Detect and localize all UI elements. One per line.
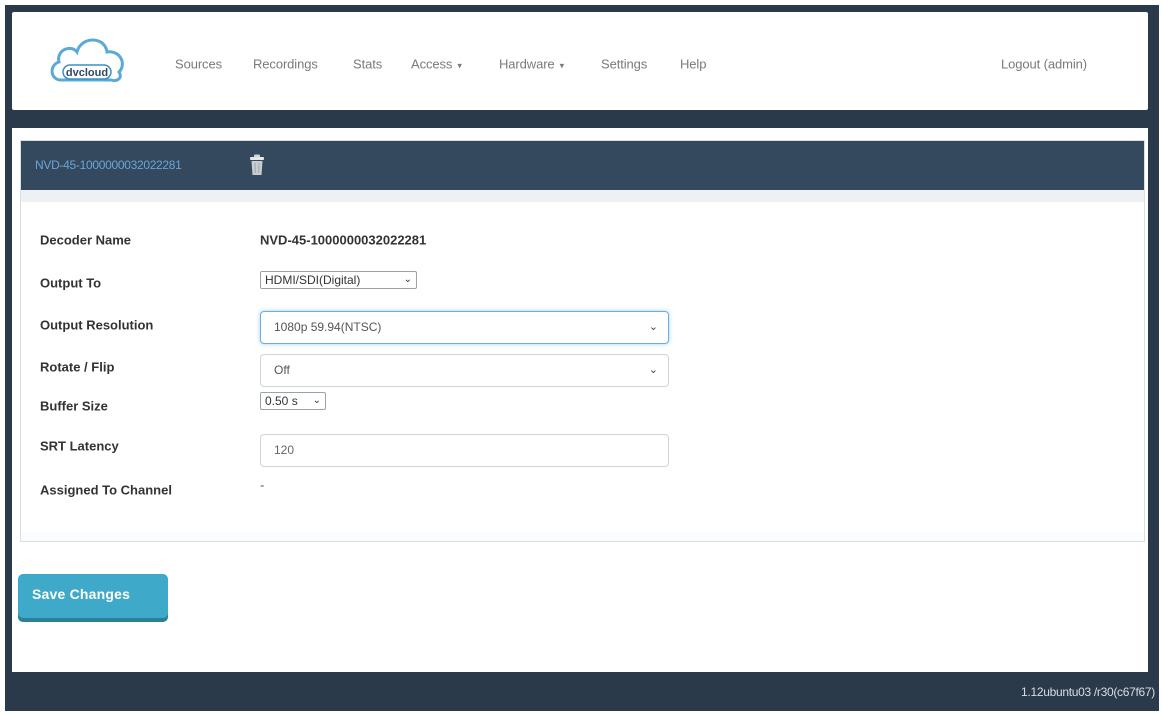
decoder-name-value: NVD-45-1000000032022281 <box>260 232 427 248</box>
assigned-channel-label: Assigned To Channel <box>40 482 172 498</box>
save-changes-button[interactable]: Save Changes <box>18 574 168 618</box>
nav-sources[interactable]: Sources <box>175 57 222 72</box>
nav-stats[interactable]: Stats <box>353 57 382 72</box>
panel-heading: NVD-45-1000000032022281 <box>21 141 1144 202</box>
rotate-flip-label: Rotate / Flip <box>40 359 115 375</box>
output-resolution-select[interactable]: 1080p 59.94(NTSC) ⌄ <box>260 311 669 344</box>
nav-help[interactable]: Help <box>680 57 706 72</box>
output-to-label: Output To <box>40 275 102 291</box>
rotate-flip-select[interactable]: Off ⌄ <box>260 354 669 387</box>
nav-access[interactable]: Access ▾ <box>411 57 462 72</box>
decoder-name-label: Decoder Name <box>40 232 132 248</box>
nav-hardware-label: Hardware <box>499 56 555 72</box>
output-to-value: HDMI/SDI(Digital) <box>265 273 361 287</box>
srt-latency-label: SRT Latency <box>40 438 119 454</box>
version-label: 1.12ubuntu03 /r30(c67f67) <box>1021 685 1155 699</box>
srt-latency-input[interactable]: 120 <box>260 434 669 467</box>
nav-hardware[interactable]: Hardware ▾ <box>499 57 564 72</box>
srt-latency-value: 120 <box>274 443 295 457</box>
decoder-panel: NVD-45-1000000032022281 Decoder Name NVD… <box>20 140 1145 542</box>
output-to-select[interactable]: HDMI/SDI(Digital) ⌄ <box>260 271 417 289</box>
chevron-down-icon: ⌄ <box>648 321 658 333</box>
chevron-down-icon: ▾ <box>457 60 462 71</box>
assigned-channel-value: - <box>260 477 265 493</box>
dvcloud-logo[interactable]: dvcloud <box>47 32 129 90</box>
decoder-title-link[interactable]: NVD-45-1000000032022281 <box>35 158 182 172</box>
main-content: NVD-45-1000000032022281 Decoder Name NVD… <box>12 128 1148 672</box>
rotate-flip-value: Off <box>274 363 290 377</box>
buffer-size-label: Buffer Size <box>40 398 108 414</box>
logo-text: dvcloud <box>66 67 108 79</box>
buffer-size-value: 0.50 s <box>265 394 298 408</box>
logout-link[interactable]: Logout (admin) <box>1001 57 1087 72</box>
output-resolution-value: 1080p 59.94(NTSC) <box>274 320 382 334</box>
chevron-down-icon: ▾ <box>559 60 565 71</box>
chevron-down-icon: ⌄ <box>312 395 321 406</box>
decoder-form: Decoder Name NVD-45-1000000032022281 Out… <box>21 202 1144 532</box>
chevron-down-icon: ⌄ <box>648 364 658 376</box>
chevron-down-icon: ⌄ <box>403 274 412 285</box>
output-resolution-label: Output Resolution <box>40 317 154 333</box>
trash-icon[interactable] <box>249 154 265 176</box>
top-navbar: dvcloud Sources Recordings Stats Access ▾… <box>12 12 1148 110</box>
nav-recordings[interactable]: Recordings <box>253 57 318 72</box>
nav-access-label: Access <box>411 56 453 72</box>
nav-settings[interactable]: Settings <box>601 57 647 72</box>
buffer-size-select[interactable]: 0.50 s ⌄ <box>260 392 326 410</box>
